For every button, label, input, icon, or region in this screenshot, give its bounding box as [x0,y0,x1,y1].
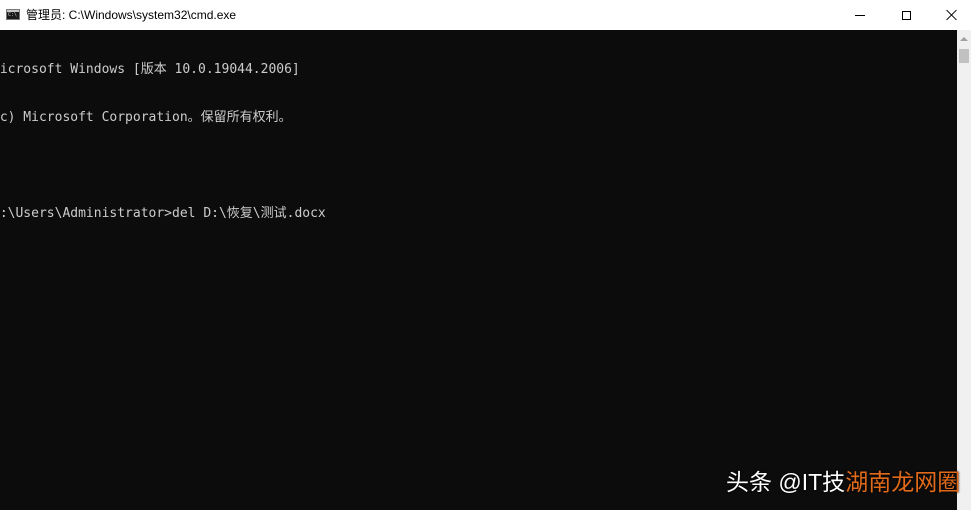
icon-text: C:\ [8,12,18,18]
console-line: Microsoft Windows [版本 10.0.19044.2006] [0,62,300,77]
watermark-text: 头条 @IT技 [726,469,846,495]
maximize-button[interactable] [883,0,929,30]
vertical-scrollbar[interactable] [957,30,971,510]
window-title: 管理员: C:\Windows\system32\cmd.exe [26,8,237,22]
scroll-thumb[interactable] [959,49,969,63]
command-line: C:\Users\Administrator>del D:\恢复\测试.docx [0,206,326,221]
console-output[interactable]: Microsoft Windows [版本 10.0.19044.2006] (… [0,30,952,510]
arrow-up-icon [960,36,968,41]
watermark: 头条 @IT技湖南龙网圈 [726,466,960,498]
cmd-window: C:\ 管理员: C:\Windows\system32\cmd.exe Mic… [0,0,971,510]
minimize-button[interactable] [837,0,883,30]
minimize-icon [855,14,865,16]
title-bar[interactable]: C:\ 管理员: C:\Windows\system32\cmd.exe [0,0,971,30]
close-icon [946,9,958,21]
close-button[interactable] [929,0,971,30]
console-app-icon[interactable]: C:\ [6,9,20,20]
maximize-icon [901,10,911,20]
watermark-overlay-text: 湖南龙网圈 [845,469,961,495]
console-line: (c) Microsoft Corporation。保留所有权利。 [0,110,292,125]
scroll-up-button[interactable] [957,30,971,47]
